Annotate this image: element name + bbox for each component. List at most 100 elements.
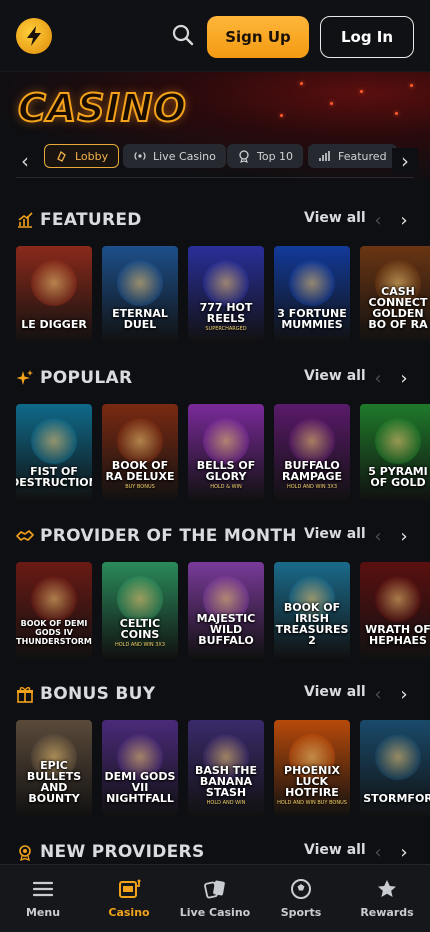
- game-art: [117, 418, 163, 464]
- game-carousel: FIST OF DESTRUCTION BOOK OF RA DELUXEBUY…: [16, 404, 430, 502]
- section-title: PROVIDER OF THE MONTH: [40, 526, 297, 546]
- page-title: CASINO: [17, 85, 187, 131]
- bottom-navigation: Menu Casino Live Casino Sports Rewards: [0, 864, 430, 932]
- chevron-left-icon[interactable]: ‹: [368, 208, 388, 232]
- game-art: [31, 260, 77, 306]
- game-art: [203, 418, 249, 464]
- nav-menu[interactable]: Menu: [0, 865, 86, 932]
- chevron-right-icon[interactable]: ›: [394, 682, 414, 706]
- tab-label: Lobby: [75, 149, 109, 163]
- game-card[interactable]: CELTIC COINS HOLD AND WIN 3X3: [102, 562, 178, 658]
- chevron-right-icon[interactable]: ›: [394, 366, 414, 390]
- view-all-link[interactable]: View all: [304, 368, 366, 384]
- game-carousel: BOOK OF DEMI GODS IV THUNDERSTORM CELTIC…: [16, 562, 430, 660]
- game-card[interactable]: STORMFOR: [360, 720, 430, 816]
- divider: [16, 177, 414, 178]
- nav-rewards[interactable]: Rewards: [344, 865, 430, 932]
- nav-live-casino[interactable]: Live Casino: [172, 865, 258, 932]
- nav-label: Menu: [25, 906, 61, 919]
- chevron-right-icon[interactable]: ›: [394, 524, 414, 548]
- game-title: DEMI GODS VII NIGHTFALL: [104, 770, 176, 805]
- game-art: [289, 260, 335, 306]
- search-icon[interactable]: [170, 22, 196, 48]
- game-card[interactable]: WRATH OF HEPHAES: [360, 562, 430, 658]
- game-card[interactable]: BOOK OF DEMI GODS IV THUNDERSTORM: [16, 562, 92, 658]
- chevron-left-icon[interactable]: ‹: [368, 524, 388, 548]
- game-title: PHOENIX LUCK HOTFIRE: [284, 764, 340, 799]
- spark-decoration: [395, 112, 398, 115]
- game-card[interactable]: PHOENIX LUCK HOTFIRE HOLD AND WIN BUY BON…: [274, 720, 350, 816]
- game-title: CELTIC COINS: [119, 617, 161, 641]
- tab-top-10[interactable]: Top 10: [227, 144, 304, 168]
- view-all-link[interactable]: View all: [304, 842, 366, 858]
- chart-icon: [318, 149, 332, 163]
- game-card[interactable]: 5 PYRAMI OF GOLD: [360, 404, 430, 500]
- tabs-next-icon[interactable]: ›: [392, 148, 418, 174]
- soccer-ball-icon: [291, 879, 311, 899]
- sign-up-button[interactable]: Sign Up: [207, 16, 309, 58]
- chevron-left-icon[interactable]: ‹: [368, 840, 388, 864]
- game-card[interactable]: 3 FORTUNE MUMMIES: [274, 246, 350, 342]
- game-title: EPIC BULLETS AND BOUNTY: [26, 759, 82, 805]
- lightning-bolt-icon[interactable]: [16, 17, 52, 54]
- game-art: [375, 576, 421, 622]
- tab-featured[interactable]: Featured: [308, 144, 397, 168]
- chevron-right-icon[interactable]: ›: [394, 840, 414, 864]
- game-title: 3 FORTUNE MUMMIES: [277, 307, 347, 331]
- slot-machine-icon: [119, 879, 141, 898]
- nav-sports[interactable]: Sports: [258, 865, 344, 932]
- game-title: BUFFALO RAMPAGE: [281, 459, 343, 483]
- game-art: [375, 734, 421, 780]
- game-card[interactable]: LE DIGGER: [16, 246, 92, 342]
- game-subtitle: HOLD AND WIN BUY BONUS: [277, 800, 347, 806]
- game-title: FIST OF DESTRUCTION: [16, 465, 92, 489]
- view-all-link[interactable]: View all: [304, 210, 366, 226]
- game-title: WRATH OF HEPHAES: [365, 623, 430, 647]
- game-title: ETERNAL DUEL: [112, 307, 168, 331]
- spark-decoration: [410, 84, 413, 87]
- section-title: NEW PROVIDERS: [40, 842, 205, 862]
- game-card[interactable]: FIST OF DESTRUCTION: [16, 404, 92, 500]
- nav-label: Casino: [108, 906, 150, 919]
- star-icon: [378, 880, 396, 897]
- game-card[interactable]: BASH THE BANANA STASH HOLD AND WIN: [188, 720, 264, 816]
- game-title: MAJESTIC WILD BUFFALO: [196, 612, 256, 647]
- broadcast-icon: [133, 149, 147, 163]
- nav-casino[interactable]: Casino: [86, 865, 172, 932]
- cards-icon: [204, 880, 225, 899]
- spark-decoration: [330, 102, 333, 105]
- chevron-left-icon[interactable]: ‹: [368, 366, 388, 390]
- gear-badge-icon: [16, 843, 34, 862]
- game-card[interactable]: ETERNAL DUEL: [102, 246, 178, 342]
- game-title: BOOK OF RA DELUXE: [105, 459, 175, 483]
- game-subtitle: SUPERCHARGED: [205, 326, 247, 332]
- game-card[interactable]: CASH CONNECT GOLDEN BO OF RA: [360, 246, 430, 342]
- game-card[interactable]: 777 HOT REELS SUPERCHARGED: [188, 246, 264, 342]
- chevron-left-icon[interactable]: ‹: [368, 682, 388, 706]
- section-title: FEATURED: [40, 210, 142, 230]
- gift-icon: [16, 685, 34, 703]
- game-subtitle: HOLD & WIN: [210, 484, 242, 490]
- game-card[interactable]: EPIC BULLETS AND BOUNTY: [16, 720, 92, 816]
- tab-label: Top 10: [257, 149, 294, 163]
- game-card[interactable]: BUFFALO RAMPAGE HOLD AND WIN 3X3: [274, 404, 350, 500]
- game-card[interactable]: DEMI GODS VII NIGHTFALL: [102, 720, 178, 816]
- game-card[interactable]: BELLS OF GLORY HOLD & WIN: [188, 404, 264, 500]
- game-card[interactable]: BOOK OF IRISH TREASURES 2: [274, 562, 350, 658]
- view-all-link[interactable]: View all: [304, 526, 366, 542]
- game-art: [31, 576, 77, 622]
- top-header: Sign Up Log In: [0, 0, 430, 72]
- tab-lobby[interactable]: Lobby: [44, 144, 120, 168]
- tab-live-casino[interactable]: Live Casino: [123, 144, 226, 168]
- tab-label: Featured: [338, 149, 387, 163]
- game-title: BELLS OF GLORY: [196, 459, 256, 483]
- game-title: 5 PYRAMI OF GOLD: [368, 465, 428, 489]
- log-in-button[interactable]: Log In: [320, 16, 414, 58]
- chevron-right-icon[interactable]: ›: [394, 208, 414, 232]
- game-card[interactable]: BOOK OF RA DELUXE BUY BONUS: [102, 404, 178, 500]
- game-card[interactable]: MAJESTIC WILD BUFFALO: [188, 562, 264, 658]
- game-art: [117, 576, 163, 622]
- tabs-prev-icon[interactable]: ‹: [12, 148, 38, 174]
- view-all-link[interactable]: View all: [304, 684, 366, 700]
- game-art: [375, 418, 421, 464]
